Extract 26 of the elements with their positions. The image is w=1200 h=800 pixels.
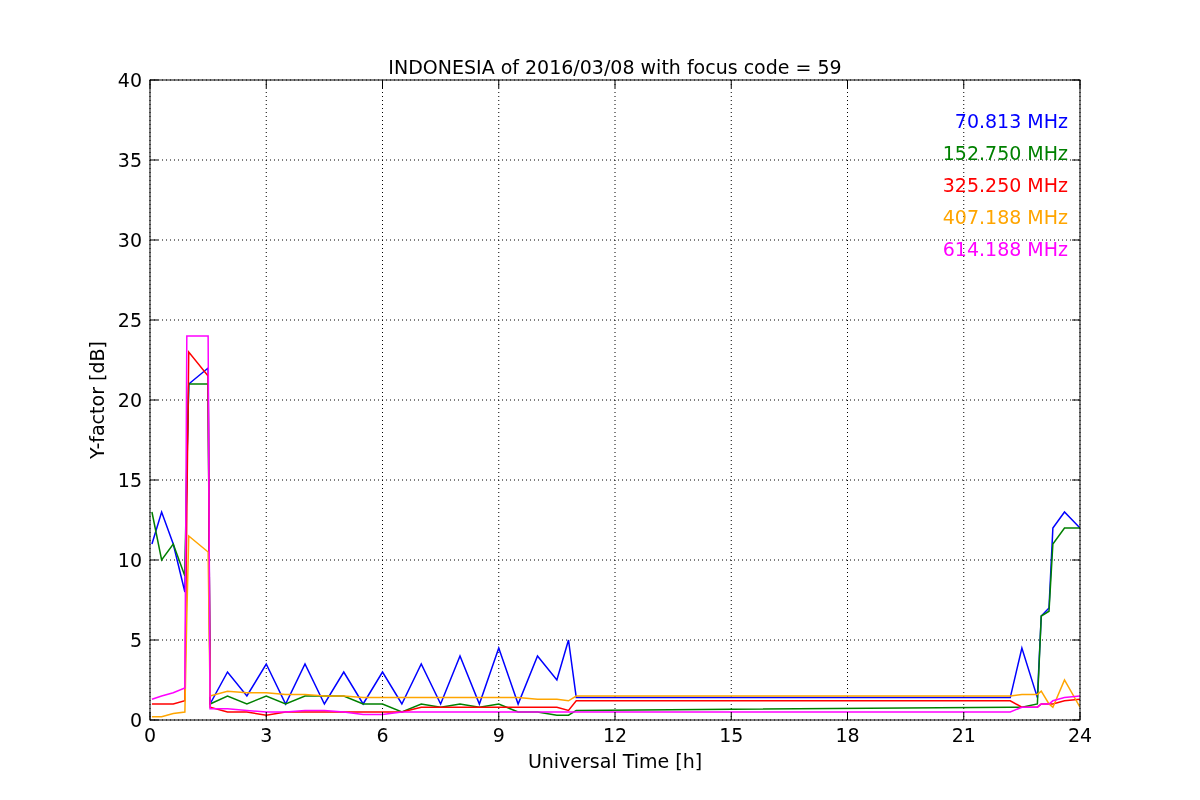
tick-label: 0 <box>143 724 157 746</box>
legend-label: 614.188 MHz <box>942 238 1068 260</box>
tick-label: 9 <box>492 724 505 746</box>
tick-label: 30 <box>117 229 142 251</box>
tick-label: 18 <box>835 724 860 746</box>
tick-label: 15 <box>719 724 744 746</box>
chart-title: INDONESIA of 2016/03/08 with focus code = 59 <box>388 56 842 78</box>
legend-label: 325.250 MHz <box>942 174 1068 196</box>
axis-label: Y-factor [dB] <box>86 341 108 459</box>
tick-label: 21 <box>951 724 976 746</box>
tick-label: 25 <box>117 309 142 331</box>
tick-label: 20 <box>117 389 142 411</box>
tick-label: 15 <box>117 469 142 491</box>
tick-label: 5 <box>129 629 142 651</box>
tick-label: 24 <box>1067 724 1093 746</box>
tick-label: 6 <box>376 724 389 746</box>
tick-label: 12 <box>602 724 628 746</box>
tick-label: 40 <box>117 69 142 91</box>
tick-label: 0 <box>129 709 142 731</box>
tick-label: 10 <box>117 549 142 571</box>
tick-label: 3 <box>260 724 273 746</box>
legend-label: 70.813 MHz <box>954 110 1068 132</box>
axis-label: Universal Time [h] <box>527 750 703 772</box>
legend-label: 407.188 MHz <box>942 206 1068 228</box>
legend-label: 152.750 MHz <box>942 142 1068 164</box>
tick-label: 35 <box>117 149 142 171</box>
